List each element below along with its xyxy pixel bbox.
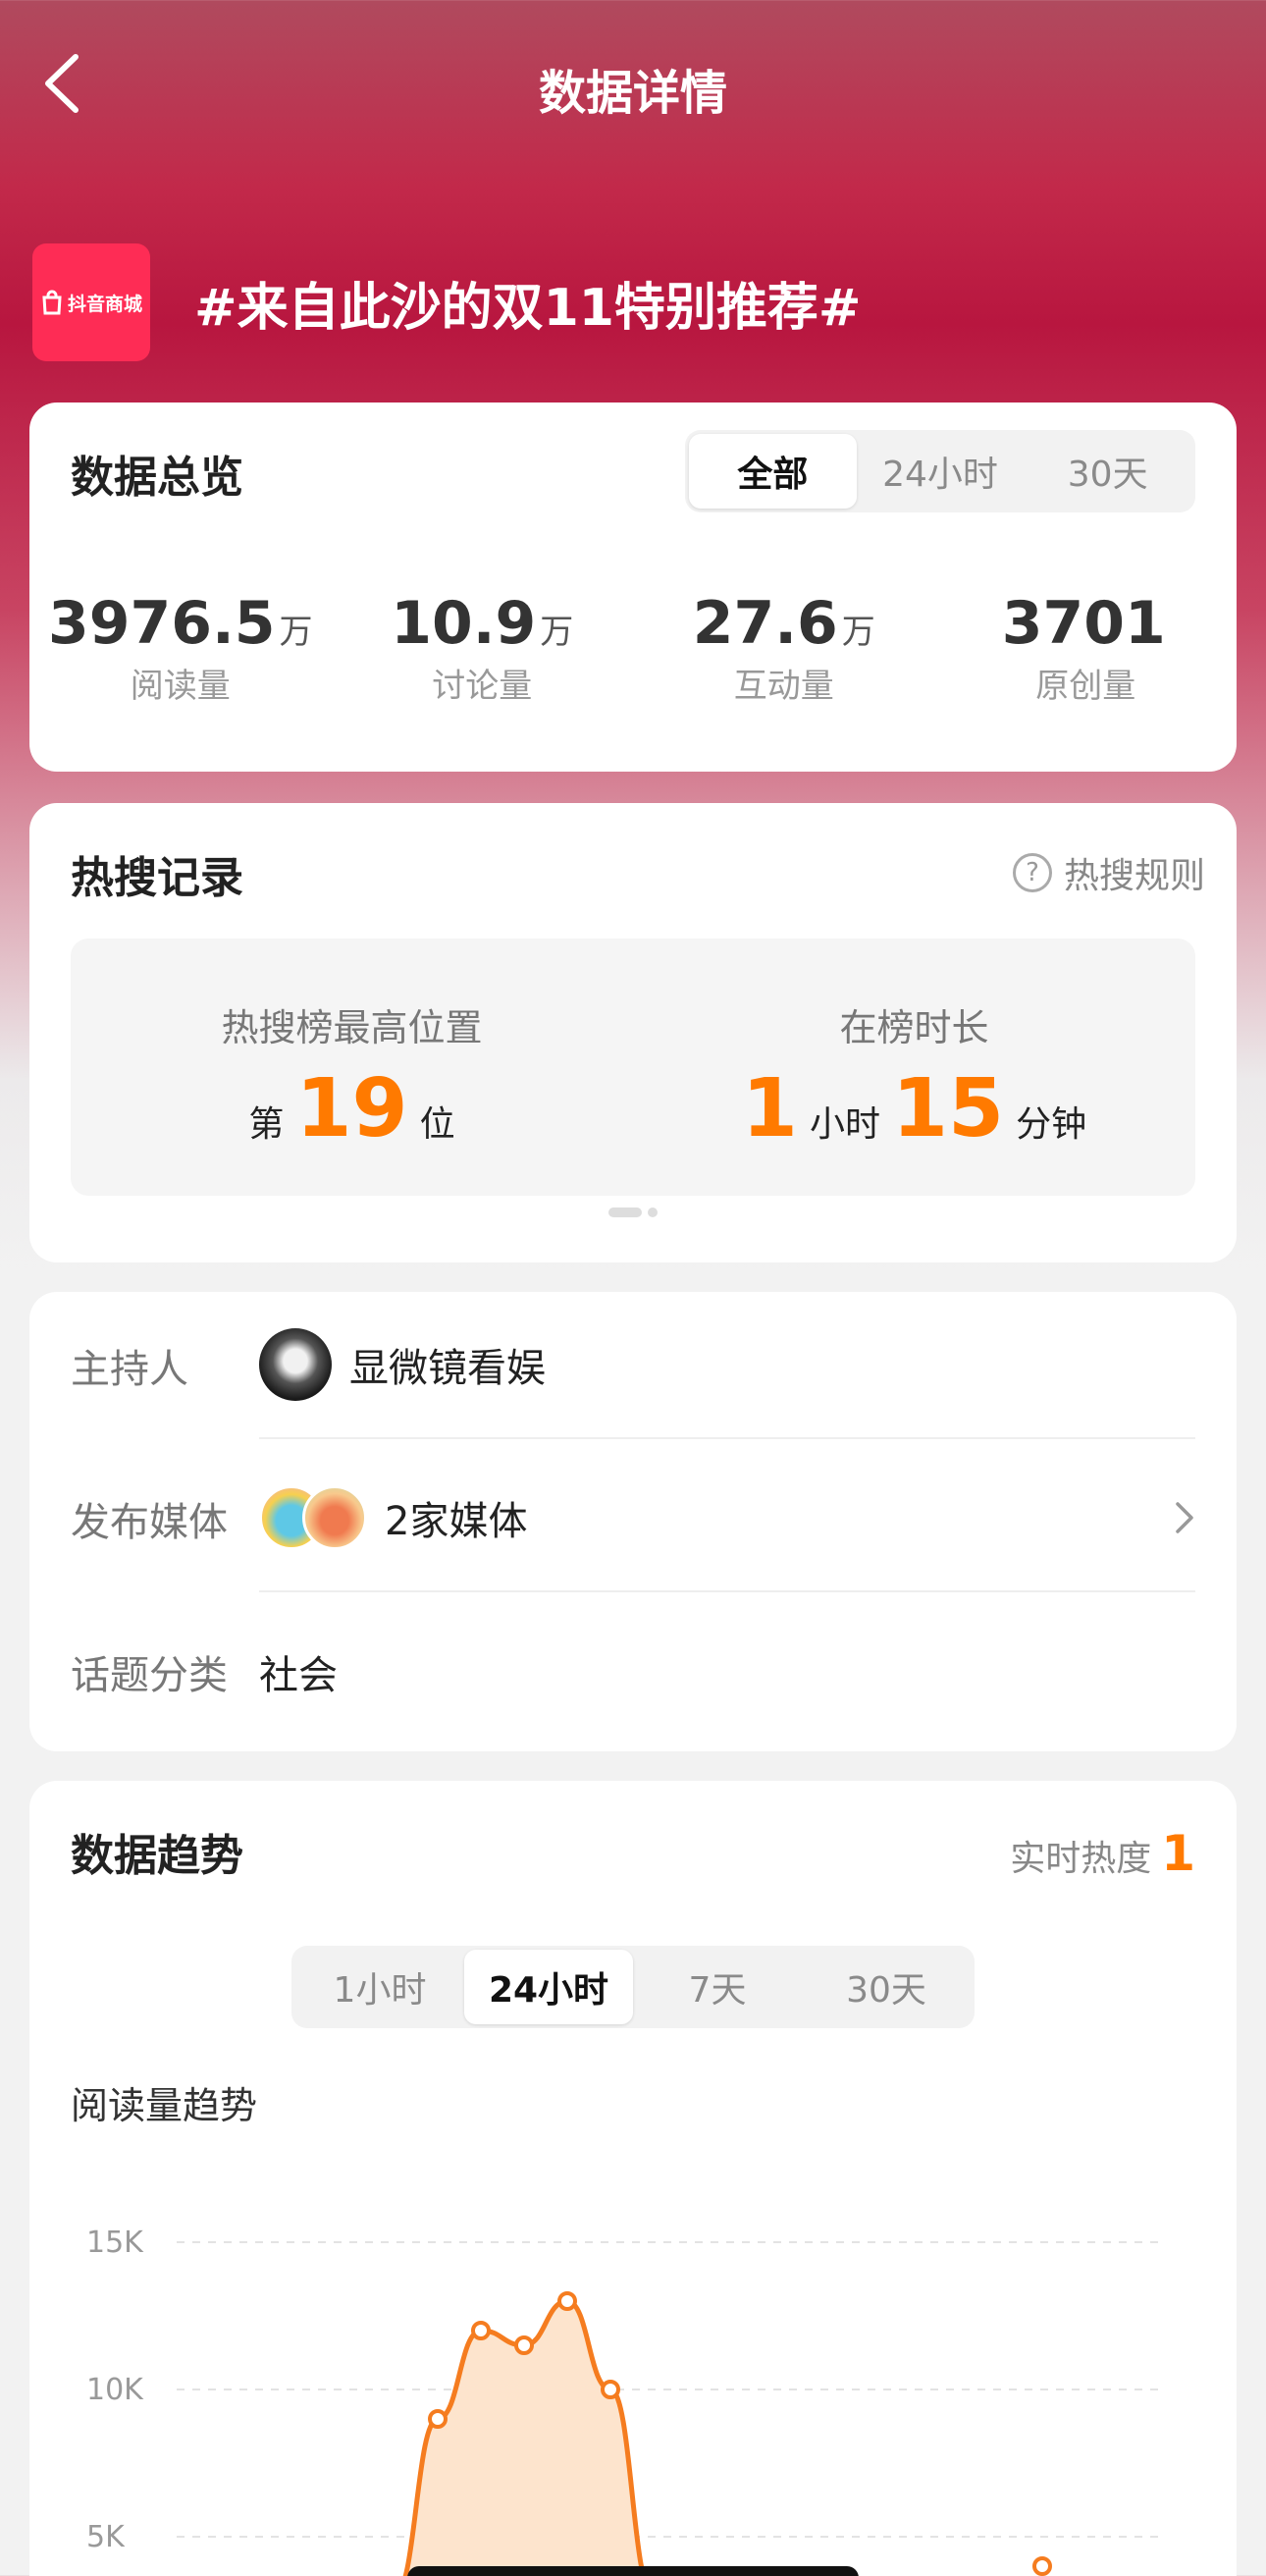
metric-label: 原创量 [1035, 667, 1136, 706]
hot-search-title: 热搜记录 [71, 853, 243, 903]
best-rank-suffix: 位 [419, 1104, 455, 1145]
page-indicator-dot [648, 1208, 658, 1217]
page-title: 数据详情 [538, 66, 727, 121]
overview-card: 数据总览 全部 24小时 30天 3976.5 万 阅读量 10.9 万 讨论量 2… [29, 402, 1237, 772]
media-count: 2家媒体 [385, 1499, 528, 1544]
data-point [428, 2409, 448, 2429]
metric-value: 10.9 [391, 589, 537, 658]
best-rank-label: 热搜榜最高位置 [221, 1006, 483, 1049]
metrics-row: 3976.5 万 阅读量 10.9 万 讨论量 27.6 万 互动量 3701 原创量 [29, 594, 1237, 707]
metric-label: 互动量 [733, 667, 834, 706]
y-tick-label: 5K [86, 2520, 126, 2554]
trend-card: 数据趋势 实时热度 1 1小时 24小时 7天 30天 阅读量趋势 15K 10K… [29, 1781, 1237, 2576]
topic-header: 抖音商城 #来自此沙的双11特别推荐# [32, 243, 862, 361]
data-point [557, 2291, 577, 2311]
page-indicator-active [608, 1208, 642, 1217]
metric-label: 阅读量 [130, 667, 231, 706]
duration-hours: 1 [741, 1062, 798, 1155]
brand-logo: 抖音商城 [32, 243, 150, 361]
data-point [1032, 2556, 1052, 2576]
hot-search-rules-label: 热搜规则 [1063, 856, 1205, 896]
metric-discussions: 10.9 万 讨论量 [332, 594, 634, 707]
page-indicator [29, 1208, 1237, 1217]
media-avatar [302, 1485, 367, 1550]
category-row: 话题分类 社会 [71, 1598, 1195, 1745]
nav-bar: 数据详情 [0, 0, 1266, 172]
on-list-duration: 在榜时长 1 小时 15 分钟 [633, 939, 1195, 1196]
chevron-right-icon [1176, 1502, 1193, 1533]
metric-unit: 万 [841, 613, 875, 652]
media-row[interactable]: 发布媒体 2家媒体 [71, 1445, 1195, 1592]
duration-label: 在榜时长 [839, 1006, 989, 1049]
tab-30d[interactable]: 30天 [1024, 434, 1191, 509]
metric-interactions: 27.6 万 互动量 [633, 594, 935, 707]
overview-range-tabs: 全部 24小时 30天 [685, 430, 1195, 512]
tab-all[interactable]: 全部 [689, 434, 857, 509]
host-row[interactable]: 主持人 显微镜看娱 [71, 1292, 1195, 1439]
media-label: 发布媒体 [71, 1500, 228, 1545]
hot-search-rules-link[interactable]: ? 热搜规则 [1012, 847, 1205, 898]
y-tick-label: 15K [86, 2226, 144, 2260]
category-label: 话题分类 [71, 1653, 228, 1698]
best-rank-prefix: 第 [248, 1104, 285, 1145]
metric-value: 3976.5 [47, 589, 276, 658]
metric-unit: 万 [540, 613, 574, 652]
chart-tooltip [407, 2566, 859, 2576]
host-avatar[interactable] [259, 1328, 332, 1401]
duration-hours-unit: 小时 [809, 1104, 880, 1145]
category-value: 社会 [259, 1653, 338, 1698]
metric-unit: 万 [279, 613, 313, 652]
host-name[interactable]: 显微镜看娱 [349, 1336, 546, 1393]
duration-minutes: 15 [891, 1062, 1005, 1155]
best-rank: 热搜榜最高位置 第 19 位 [71, 939, 633, 1196]
shopping-bag-icon [42, 290, 62, 315]
data-point [471, 2321, 491, 2340]
metric-reads: 3976.5 万 阅读量 [29, 594, 332, 707]
tab-24h[interactable]: 24小时 [857, 434, 1025, 509]
duration-minutes-unit: 分钟 [1016, 1104, 1087, 1145]
metric-label: 讨论量 [432, 667, 533, 706]
hot-search-card: 热搜记录 ? 热搜规则 热搜榜最高位置 第 19 位 在榜时长 1 小时 15 … [29, 803, 1237, 1262]
metric-value: 27.6 [692, 589, 838, 658]
series-area [395, 2301, 697, 2576]
metric-value: 3701 [1001, 589, 1166, 658]
data-point [601, 2380, 620, 2399]
data-point [514, 2335, 534, 2355]
topic-info-card: 主持人 显微镜看娱 发布媒体 2家媒体 话题分类 社会 [29, 1292, 1237, 1751]
metric-originals: 3701 原创量 [935, 594, 1238, 707]
host-label: 主持人 [71, 1347, 188, 1392]
read-trend-chart[interactable]: 15K 10K 5K [29, 1781, 1237, 2576]
question-icon: ? [1012, 853, 1052, 892]
y-tick-label: 10K [86, 2373, 144, 2407]
topic-title: #来自此沙的双11特别推荐# [194, 278, 862, 338]
brand-logo-text: 抖音商城 [67, 293, 142, 315]
best-rank-value: 19 [295, 1062, 408, 1155]
hot-search-stats: 热搜榜最高位置 第 19 位 在榜时长 1 小时 15 分钟 [71, 939, 1195, 1196]
overview-title: 数据总览 [71, 453, 243, 503]
